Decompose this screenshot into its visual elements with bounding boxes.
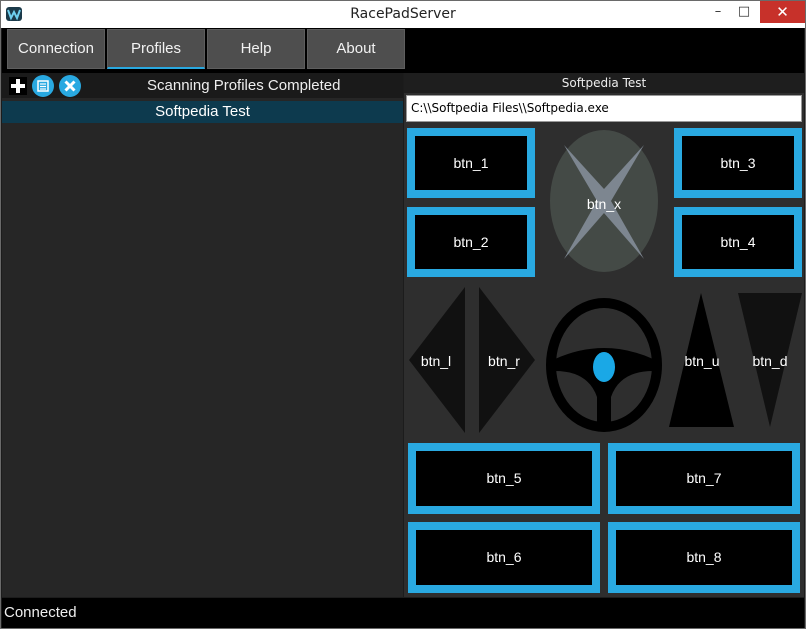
app-window: RacePadServer – □ ✕ Connection Profiles … (0, 0, 806, 629)
scan-status-text: Scanning Profiles Completed (147, 77, 341, 94)
title-bar: RacePadServer – □ ✕ (1, 1, 805, 28)
btn-l-label: btn_l (420, 353, 452, 369)
profile-list-item[interactable]: Softpedia Test (2, 101, 403, 123)
btn-8[interactable]: btn_8 (608, 522, 800, 593)
tab-help[interactable]: Help (207, 29, 305, 69)
add-icon[interactable] (6, 74, 30, 98)
steering-wheel-icon[interactable] (545, 297, 663, 433)
btn-4[interactable]: btn_4 (674, 207, 802, 277)
btn-5[interactable]: btn_5 (408, 443, 600, 514)
window-title: RacePadServer (350, 6, 456, 22)
btn-1[interactable]: btn_1 (407, 128, 535, 198)
profiles-panel: Scanning Profiles Completed Softpedia Te… (2, 73, 403, 597)
btn-u-label: btn_u (684, 353, 720, 369)
btn-x-label: btn_x (586, 196, 622, 212)
btn-6[interactable]: btn_6 (408, 522, 600, 593)
edit-profile-icon[interactable] (31, 74, 55, 98)
status-bar: Connected (2, 598, 804, 628)
minimize-button[interactable]: – (705, 1, 731, 23)
profile-name-header: Softpedia Test (404, 73, 804, 93)
menu-bar: Connection Profiles Help About (2, 28, 804, 73)
tab-profiles[interactable]: Profiles (107, 29, 205, 69)
maximize-button[interactable]: □ (731, 1, 757, 23)
tab-about[interactable]: About (307, 29, 405, 69)
connection-status: Connected (4, 604, 77, 621)
exe-path-field[interactable]: C:\\Softpedia Files\\Softpedia.exe (406, 95, 802, 122)
close-button[interactable]: ✕ (760, 1, 805, 23)
btn-d-label: btn_d (752, 353, 788, 369)
delete-icon[interactable] (58, 74, 82, 98)
tab-connection[interactable]: Connection (7, 29, 105, 69)
btn-r-label: btn_r (488, 353, 520, 369)
profiles-toolbar: Scanning Profiles Completed (2, 73, 403, 98)
btn-7[interactable]: btn_7 (608, 443, 800, 514)
btn-2[interactable]: btn_2 (407, 207, 535, 277)
profile-editor: Softpedia Test C:\\Softpedia Files\\Soft… (404, 73, 804, 597)
btn-3[interactable]: btn_3 (674, 128, 802, 198)
